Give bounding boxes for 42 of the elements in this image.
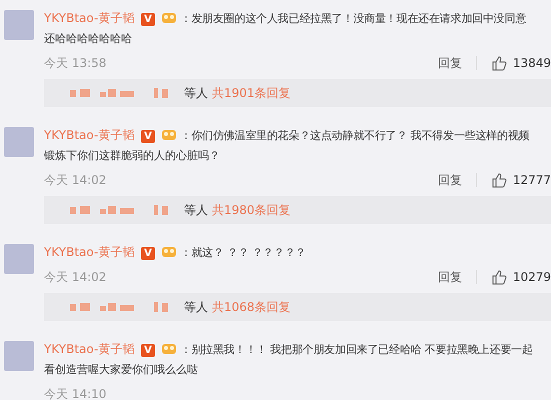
username-link[interactable]: YKYBtao-黄子韬 bbox=[44, 245, 134, 259]
reply-users-label: 等人 bbox=[184, 84, 208, 102]
member-badge-icon bbox=[160, 10, 177, 24]
comment-time: 今天 14:02 bbox=[44, 268, 106, 286]
comment-text: ：就这？ ？？ ？？？？？ bbox=[180, 246, 306, 259]
replies-count-link[interactable]: 共1980条回复 bbox=[212, 202, 291, 218]
comment-text: 还哈哈哈哈哈哈哈 bbox=[44, 32, 132, 45]
verified-badge: V bbox=[141, 247, 155, 260]
reply-users-label: 等人 bbox=[184, 298, 208, 316]
like-count: 10279 bbox=[512, 270, 551, 284]
reply-users-label: 等人 bbox=[184, 202, 208, 218]
replies-count-link[interactable]: 共1068条回复 bbox=[212, 298, 291, 316]
verified-badge: V bbox=[141, 13, 155, 26]
reply-link[interactable]: 回复 bbox=[438, 54, 462, 72]
like-count: 12777 bbox=[512, 173, 551, 187]
avatar-placeholder bbox=[4, 127, 34, 157]
member-badge-icon bbox=[160, 341, 177, 355]
comment-time: 今天 14:10 bbox=[44, 386, 106, 400]
comment-text: 看创造营喔大家爱你们哦么么哒 bbox=[44, 363, 198, 376]
comment-text: ：别拉黑我！！！ 我把那个朋友加回来了已经哈哈 不要拉黑晚上还要一起 bbox=[180, 343, 533, 356]
avatar-placeholder bbox=[4, 10, 34, 40]
like-count: 13849 bbox=[512, 56, 551, 70]
username-link[interactable]: YKYBtao-黄子韬 bbox=[44, 342, 134, 356]
reply-link[interactable]: 回复 bbox=[438, 172, 462, 188]
comment-text: ：你们仿佛温室里的花朵？这点动静就不行了？ 我不得发一些这样的视频 bbox=[180, 129, 530, 142]
username-link[interactable]: YKYBtao-黄子韬 bbox=[44, 128, 134, 142]
avatar-placeholder bbox=[4, 244, 34, 274]
verified-badge: V bbox=[141, 130, 155, 143]
member-badge-icon bbox=[160, 127, 177, 141]
thumbs-up-icon[interactable] bbox=[490, 172, 507, 188]
comment-time: 今天 13:58 bbox=[44, 54, 106, 72]
thumbs-up-icon[interactable] bbox=[490, 269, 507, 285]
comment-text: 锻炼下你们这群脆弱的人的心脏吗？ bbox=[44, 149, 220, 162]
verified-badge: V bbox=[141, 344, 155, 357]
avatar-placeholder bbox=[4, 341, 34, 371]
replies-count-link[interactable]: 共1901条回复 bbox=[212, 84, 291, 102]
comment-time: 今天 14:02 bbox=[44, 172, 106, 188]
comment-text: ：发朋友圈的这个人我已经拉黑了！没商量！现在还在请求加回中没同意 bbox=[180, 12, 526, 25]
username-link[interactable]: YKYBtao-黄子韬 bbox=[44, 11, 134, 25]
reply-link[interactable]: 回复 bbox=[438, 268, 462, 286]
member-badge-icon bbox=[160, 244, 177, 258]
thumbs-up-icon[interactable] bbox=[490, 55, 507, 71]
